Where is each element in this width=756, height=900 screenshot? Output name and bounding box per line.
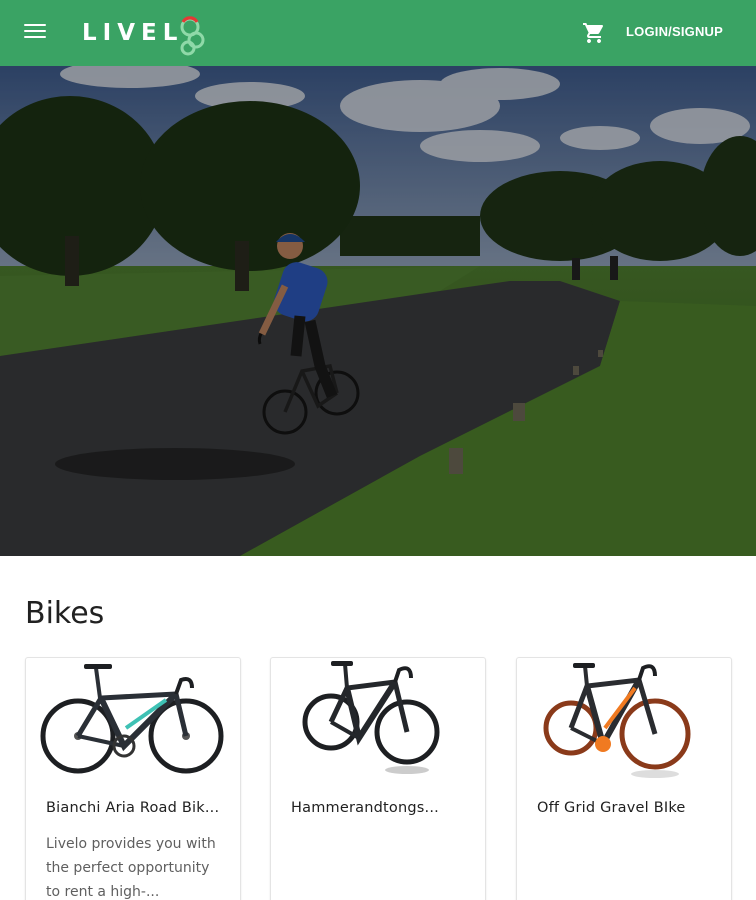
bike-card-title: Bianchi Aria Road Bik... xyxy=(46,800,220,816)
brand-logo[interactable]: LIVEL xyxy=(82,8,207,58)
bike-image xyxy=(517,658,731,783)
bike-card-description: Livelo provides you with the perfect opp… xyxy=(46,836,216,900)
app-bar: LIVEL LOGIN/SIGNUP xyxy=(0,0,756,66)
brand-rings-icon xyxy=(177,10,207,56)
bike-card[interactable]: Off Grid Gravel BIke xyxy=(516,657,732,900)
bike-card-title: Hammerandtongs... xyxy=(291,800,439,816)
bike-card[interactable]: Hammerandtongs... xyxy=(270,657,486,900)
brand-wordmark: LIVEL xyxy=(82,20,184,46)
bike-image xyxy=(26,658,240,783)
bike-card-title: Off Grid Gravel BIke xyxy=(537,800,686,816)
bike-card[interactable]: Bianchi Aria Road Bik... Livelo provides… xyxy=(25,657,241,900)
bikes-section-title: Bikes xyxy=(25,596,105,631)
hero-image xyxy=(0,66,756,556)
cart-icon[interactable] xyxy=(582,21,606,45)
bike-image xyxy=(271,658,485,783)
login-signup-link[interactable]: LOGIN/SIGNUP xyxy=(626,24,723,39)
menu-icon[interactable] xyxy=(24,24,46,42)
